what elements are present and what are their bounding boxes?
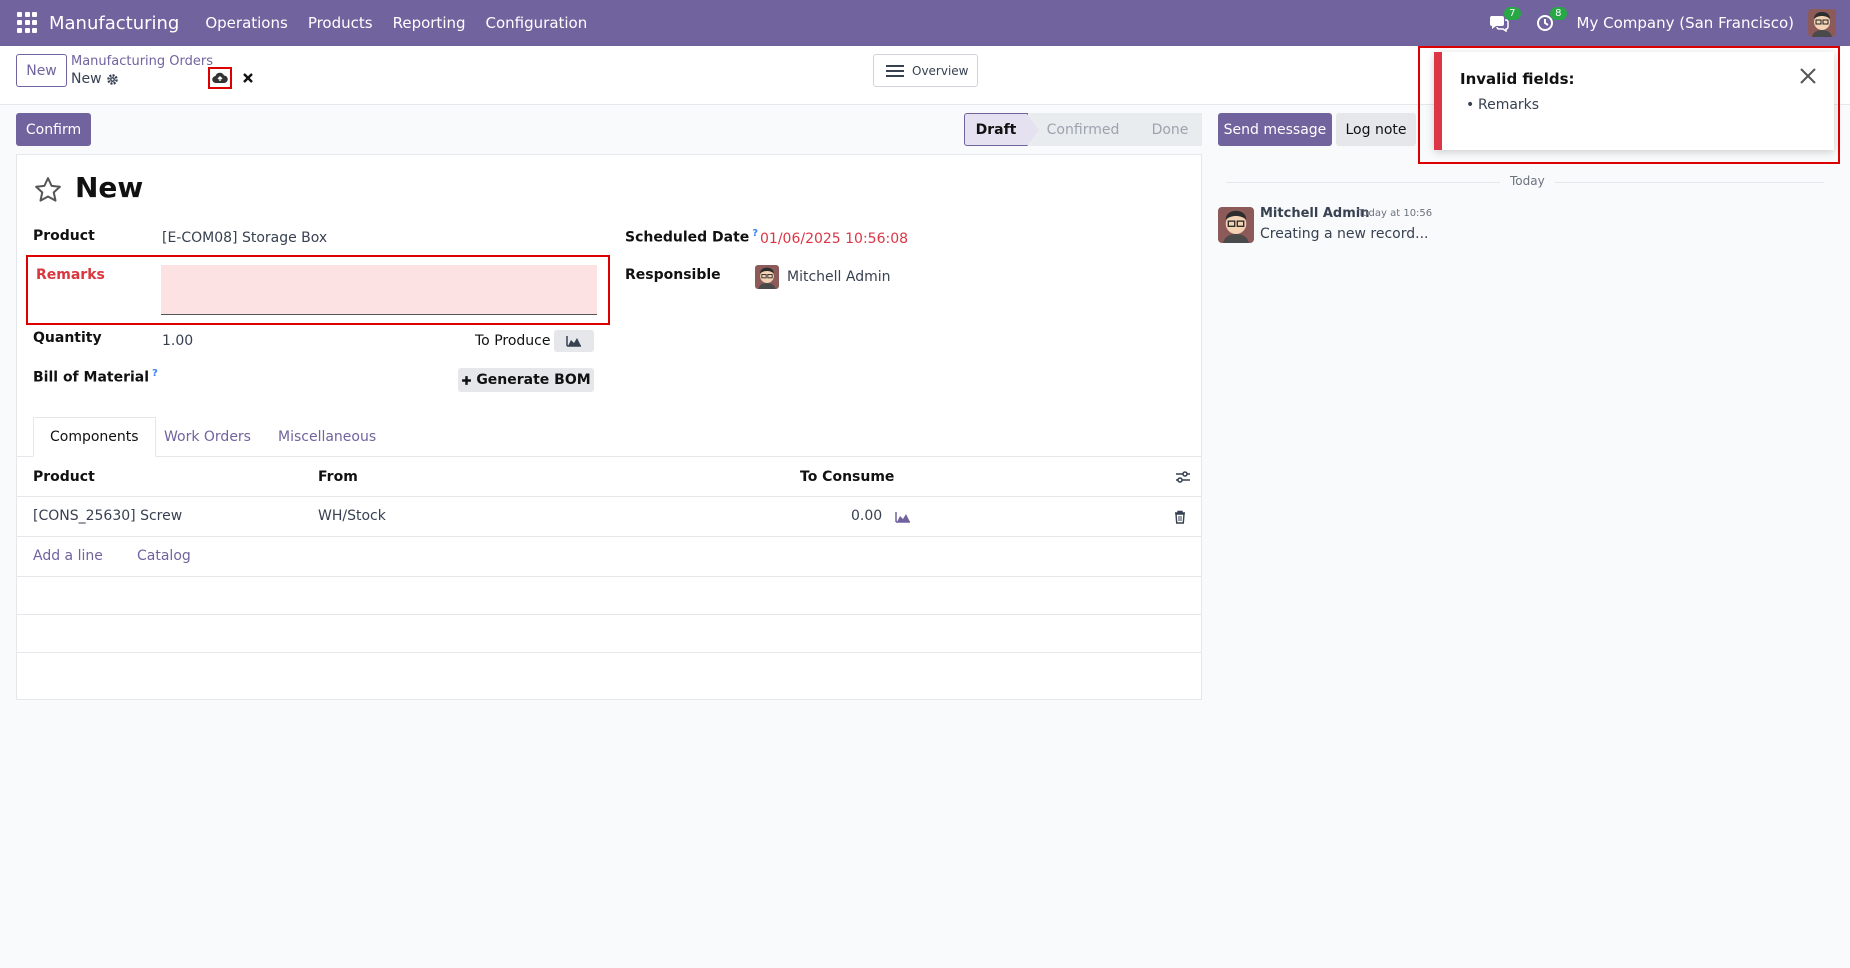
menu-reporting[interactable]: Reporting	[393, 14, 466, 32]
message-author-avatar[interactable]	[1218, 207, 1254, 243]
top-navbar: Manufacturing Operations Products Report…	[0, 0, 1850, 46]
app-name[interactable]: Manufacturing	[49, 13, 179, 34]
scheduled-date-field[interactable]: 01/06/2025 10:56:08	[760, 231, 908, 247]
generate-bom-button[interactable]: Generate BOM	[458, 368, 594, 392]
scheduled-date-help-icon[interactable]: ?	[752, 228, 758, 239]
status-confirmed-label: Confirmed	[1046, 121, 1120, 138]
remarks-input[interactable]	[161, 265, 597, 315]
navbar-systray: 7 8 My Company (San Francisco)	[1485, 0, 1850, 46]
generate-bom-label: Generate BOM	[476, 372, 591, 388]
save-button[interactable]	[208, 67, 232, 89]
menu-operations[interactable]: Operations	[205, 14, 287, 32]
overview-button[interactable]: Overview	[873, 54, 978, 87]
row-to-consume[interactable]: 0.00	[851, 508, 882, 524]
send-message-button[interactable]: Send message	[1218, 113, 1332, 146]
confirm-button[interactable]: Confirm	[16, 113, 91, 146]
close-icon	[243, 73, 253, 83]
user-avatar[interactable]	[1808, 9, 1836, 37]
empty-row	[17, 577, 1201, 615]
area-chart-icon[interactable]	[895, 511, 911, 523]
status-done-label: Done	[1151, 121, 1189, 138]
gear-icon[interactable]	[106, 73, 119, 86]
quantity-label: Quantity	[33, 330, 102, 346]
catalog-link[interactable]: Catalog	[137, 548, 191, 564]
row-from[interactable]: WH/Stock	[318, 508, 386, 524]
table-row[interactable]: [CONS_25630] Screw WH/Stock 0.00	[17, 497, 1201, 537]
tab-components[interactable]: Components	[33, 417, 156, 457]
overview-label: Overview	[912, 63, 969, 78]
add-line-row: Add a line Catalog	[17, 537, 1201, 577]
components-table-header: Product From To Consume	[17, 457, 1201, 497]
quantity-field[interactable]: 1.00	[162, 333, 193, 349]
remarks-invalid-highlight: Remarks	[26, 255, 610, 325]
bom-label: Bill of Material?	[33, 368, 158, 386]
breadcrumb-manufacturing-orders[interactable]: Manufacturing Orders	[71, 54, 213, 69]
status-draft-label: Draft	[975, 121, 1017, 138]
scheduled-date-label-text: Scheduled Date	[625, 229, 750, 246]
row-product[interactable]: [CONS_25630] Screw	[33, 508, 182, 524]
tab-work-orders[interactable]: Work Orders	[164, 417, 251, 457]
messages-badge: 7	[1504, 7, 1521, 20]
messages-button[interactable]: 7	[1485, 7, 1521, 37]
optional-columns-icon[interactable]	[1175, 470, 1191, 484]
close-icon[interactable]	[1798, 66, 1818, 86]
scheduled-date-label: Scheduled Date?	[625, 228, 758, 246]
responsible-avatar	[755, 265, 779, 289]
apps-grid-icon[interactable]	[17, 12, 39, 34]
trash-icon[interactable]	[1174, 510, 1186, 524]
product-field[interactable]: [E-COM08] Storage Box	[162, 230, 327, 246]
company-switcher[interactable]: My Company (San Francisco)	[1577, 14, 1794, 32]
activities-button[interactable]: 8	[1531, 7, 1567, 37]
remarks-label: Remarks	[36, 267, 105, 283]
star-icon[interactable]	[33, 175, 63, 205]
col-product[interactable]: Product	[33, 469, 95, 485]
hamburger-icon	[886, 64, 904, 77]
menu-configuration[interactable]: Configuration	[486, 14, 588, 32]
col-from[interactable]: From	[318, 469, 358, 485]
responsible-field[interactable]: Mitchell Admin	[787, 269, 891, 285]
new-button[interactable]: New	[16, 54, 67, 87]
status-bar: Draft Confirmed Done	[964, 113, 1202, 146]
col-to-consume[interactable]: To Consume	[800, 469, 894, 485]
discard-button[interactable]	[240, 70, 256, 86]
tab-miscellaneous[interactable]: Miscellaneous	[278, 417, 376, 457]
menu-products[interactable]: Products	[308, 14, 373, 32]
notification-title: Invalid fields:	[1460, 70, 1575, 88]
message-body: Creating a new record...	[1260, 226, 1429, 242]
area-chart-icon	[566, 336, 581, 347]
activities-badge: 8	[1550, 7, 1567, 20]
log-note-button[interactable]: Log note	[1336, 113, 1416, 146]
add-a-line-link[interactable]: Add a line	[33, 548, 103, 564]
notebook-tabs: Components Work Orders Miscellaneous	[17, 417, 1201, 457]
notification-item: Remarks	[1466, 97, 1539, 113]
forecast-graph-button[interactable]	[554, 330, 594, 352]
plus-icon	[462, 375, 472, 385]
breadcrumb-current-label: New	[71, 71, 102, 87]
bom-label-text: Bill of Material	[33, 369, 150, 386]
invalid-fields-notification: Invalid fields: Remarks	[1434, 52, 1834, 150]
cloud-upload-icon	[212, 72, 228, 84]
chatter-date-separator: Today	[1500, 174, 1555, 188]
status-draft[interactable]: Draft	[964, 113, 1039, 146]
responsible-label: Responsible	[625, 267, 721, 283]
bom-help-icon[interactable]: ?	[152, 368, 158, 379]
status-confirmed[interactable]: Confirmed	[1028, 113, 1140, 146]
message-author[interactable]: Mitchell Admin	[1260, 206, 1369, 221]
breadcrumb-current: New	[71, 71, 119, 87]
to-produce-label: To Produce	[475, 333, 551, 349]
empty-row	[17, 615, 1201, 653]
form-sheet: New Product [E-COM08] Storage Box Remark…	[16, 154, 1202, 700]
product-label: Product	[33, 228, 95, 244]
record-title: New	[75, 171, 144, 204]
message-time: Today at 10:56	[1358, 208, 1433, 219]
